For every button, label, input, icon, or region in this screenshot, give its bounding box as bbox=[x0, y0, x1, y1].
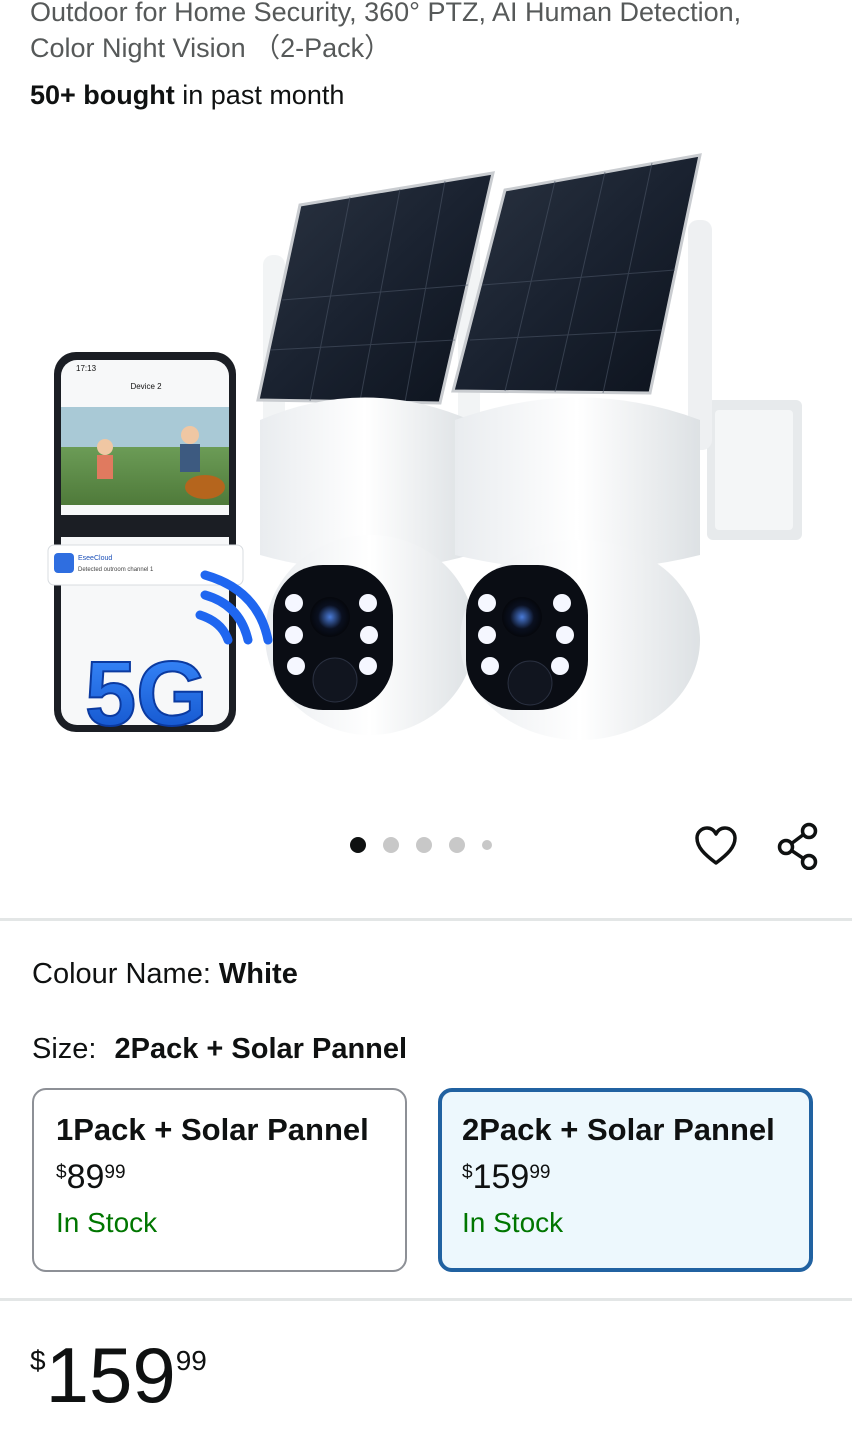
pagination-dot-3[interactable] bbox=[416, 837, 432, 853]
product-price: $159 99 bbox=[30, 1335, 207, 1415]
price-symbol: $ bbox=[56, 1162, 67, 1183]
price-cents: 99 bbox=[104, 1162, 126, 1183]
5g-label: 5G bbox=[85, 643, 208, 745]
price-symbol: $ bbox=[462, 1162, 473, 1183]
product-image-gallery[interactable]: 17:13 Device 2 EseeCloud Detected outroo… bbox=[0, 135, 852, 795]
product-title-line-2: Color Night Vision （2-Pack） bbox=[30, 33, 392, 63]
wishlist-button[interactable] bbox=[690, 820, 742, 872]
share-icon bbox=[777, 822, 818, 870]
price-cents: 99 bbox=[529, 1162, 551, 1183]
size-value: 2Pack + Solar Pannel bbox=[114, 1033, 408, 1065]
stock-status: In Stock bbox=[462, 1207, 564, 1238]
notification-text: Detected outroom channel 1 bbox=[78, 567, 154, 573]
pagination-dot-4[interactable] bbox=[449, 837, 465, 853]
pagination-dot-1[interactable] bbox=[350, 837, 366, 853]
price-cents: 99 bbox=[175, 1345, 207, 1376]
price-whole: 159 bbox=[45, 1331, 176, 1419]
phone-app-title: Device 2 bbox=[130, 382, 162, 391]
product-image[interactable]: 17:13 Device 2 EseeCloud Detected outroo… bbox=[0, 135, 852, 795]
size-label: Size: bbox=[32, 1033, 97, 1065]
colour-label: Colour Name: bbox=[32, 958, 211, 990]
product-title-line-1: Outdoor for Home Security, 360° PTZ, AI … bbox=[30, 0, 742, 27]
bought-in-past-month: 50+ bought in past month bbox=[30, 80, 344, 111]
image-pagination-dots[interactable] bbox=[350, 837, 492, 853]
price-whole: 159 bbox=[472, 1158, 530, 1196]
pagination-dot-2[interactable] bbox=[383, 837, 399, 853]
size-option-2pack[interactable]: 2Pack + Solar Pannel $159 99 In Stock bbox=[438, 1088, 813, 1272]
option-price: $89 99 bbox=[56, 1158, 383, 1197]
product-title: Outdoor for Home Security, 360° PTZ, AI … bbox=[30, 0, 830, 66]
share-button[interactable] bbox=[772, 820, 824, 872]
notification-app: EseeCloud bbox=[78, 555, 112, 562]
bought-suffix: in past month bbox=[174, 80, 345, 110]
option-name: 1Pack + Solar Pannel bbox=[56, 1112, 369, 1147]
price-whole: 89 bbox=[66, 1158, 105, 1196]
option-price: $159 99 bbox=[462, 1158, 789, 1197]
phone-time: 17:13 bbox=[76, 364, 97, 373]
section-divider bbox=[0, 918, 852, 921]
colour-value: White bbox=[218, 958, 298, 990]
size-option-1pack[interactable]: 1Pack + Solar Pannel $89 99 In Stock bbox=[32, 1088, 407, 1272]
bought-count: 50+ bought bbox=[30, 80, 175, 110]
option-name: 2Pack + Solar Pannel bbox=[462, 1112, 775, 1147]
price-symbol: $ bbox=[30, 1345, 46, 1376]
stock-status: In Stock bbox=[56, 1207, 158, 1238]
colour-name-row: Colour Name: White bbox=[32, 958, 298, 991]
size-row: Size: 2Pack + Solar Pannel bbox=[32, 1033, 407, 1066]
section-divider bbox=[0, 1298, 852, 1301]
heart-icon bbox=[695, 826, 737, 865]
pagination-dot-5[interactable] bbox=[482, 840, 492, 850]
